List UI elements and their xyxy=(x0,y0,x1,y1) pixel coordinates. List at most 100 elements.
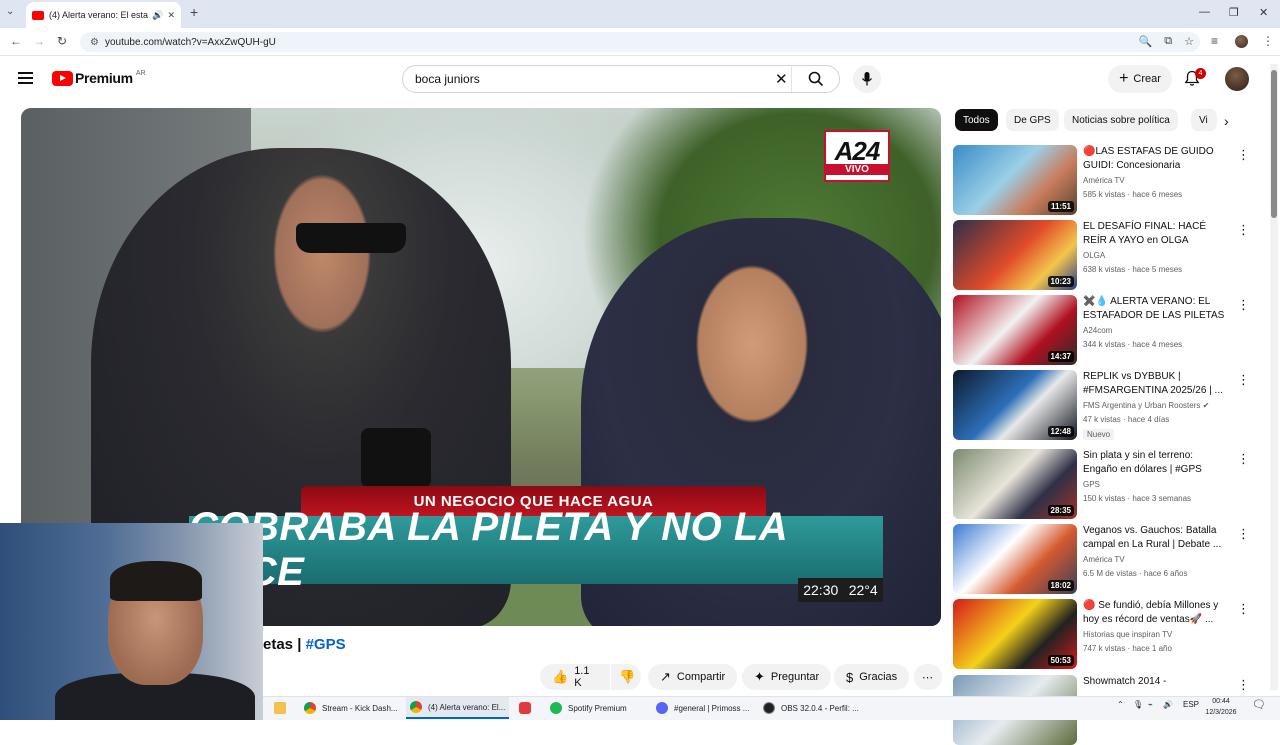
address-bar[interactable]: ⚙ youtube.com/watch?v=AxxZwQUH-gU 🔍 ⧉ ☆ xyxy=(80,32,1200,52)
video-thumbnail[interactable]: 50:53 xyxy=(953,599,1077,669)
youtube-premium-logo[interactable]: Premium AR xyxy=(52,70,146,86)
menu-icon[interactable] xyxy=(18,72,33,87)
chrome-icon xyxy=(410,701,422,713)
scrollbar-thumb[interactable] xyxy=(1271,70,1277,218)
recommendation-item[interactable]: 50:53 🔴 Se fundió, debía Millones y hoy e… xyxy=(953,599,1253,669)
tray-network-icon[interactable]: ⌁ xyxy=(1148,700,1153,709)
broadcast-clock: 22:30 22°4 xyxy=(798,578,883,602)
video-title-hashtag[interactable]: #GPS xyxy=(306,636,346,653)
folder-icon xyxy=(274,702,286,714)
ask-button[interactable]: ✦ Preguntar xyxy=(742,664,832,690)
taskbar-spotify[interactable]: Spotify Premium xyxy=(546,697,631,719)
taskbar-chrome-alerta[interactable]: (4) Alerta verano: El... xyxy=(406,697,510,719)
channel-name-text: Historias que inspiran TV xyxy=(1083,630,1173,639)
recommendation-title[interactable]: Showmatch 2014 - xyxy=(1083,675,1228,689)
browser-profile-avatar[interactable] xyxy=(1235,35,1248,48)
channel-name[interactable]: FMS Argentina y Urban Roosters ✔ xyxy=(1083,401,1209,410)
notification-center-icon[interactable]: 🗨 xyxy=(1252,698,1266,711)
video-thumbnail[interactable]: 10:23 xyxy=(953,220,1077,290)
taskbar-chrome-stream[interactable]: Stream - Kick Dash... xyxy=(300,697,402,719)
tray-chevron-icon[interactable]: ⌃ xyxy=(1117,700,1124,709)
recommendation-item[interactable]: 14:37 ✖️💧 ALERTA VERANO: EL ESTAFADOR DE … xyxy=(953,295,1253,365)
channel-name[interactable]: GPS xyxy=(1083,480,1100,489)
recommendation-title[interactable]: 🔴LAS ESTAFAS DE GUIDO GUIDI: Concesionar… xyxy=(1083,145,1228,173)
dislike-button[interactable]: 👎 xyxy=(611,664,641,690)
more-vert-icon[interactable]: ⋮ xyxy=(1237,451,1250,467)
recommendation-title[interactable]: ✖️💧 ALERTA VERANO: EL ESTAFADOR DE LAS P… xyxy=(1083,295,1228,323)
reload-icon[interactable]: ↻ xyxy=(57,34,67,48)
taskbar-obs[interactable]: OBS 32.0.4 - Perfil: ... xyxy=(759,697,863,719)
chevron-right-icon[interactable]: › xyxy=(1224,113,1229,129)
tab-search-icon[interactable]: ⌄ xyxy=(6,6,14,17)
channel-name[interactable]: OLGA xyxy=(1083,251,1105,260)
recommendation-item[interactable]: 10:23 EL DESAFÍO FINAL: HACÉ REÍR A YAYO … xyxy=(953,220,1253,290)
sparkle-icon: ✦ xyxy=(754,669,765,684)
recommendation-title[interactable]: REPLIK vs DYBBUK | #FMSARGENTINA 2025/26… xyxy=(1083,370,1228,398)
vivaldi-icon xyxy=(519,702,531,714)
channel-name-text: GPS xyxy=(1083,480,1100,489)
channel-name[interactable]: A24com xyxy=(1083,326,1112,335)
taskbar-clock[interactable]: 00:44 12/3/2026 xyxy=(1200,696,1242,718)
more-vert-icon[interactable]: ⋮ xyxy=(1237,372,1250,388)
user-avatar[interactable] xyxy=(1225,67,1249,91)
search-input[interactable] xyxy=(415,72,755,86)
recommendation-title[interactable]: EL DESAFÍO FINAL: HACÉ REÍR A YAYO en OL… xyxy=(1083,220,1228,248)
taskbar-vivaldi[interactable] xyxy=(515,697,535,719)
close-window-icon[interactable]: ✕ xyxy=(1259,6,1268,19)
recommendation-item[interactable]: 18:02 Veganos vs. Gauchos: Batalla campal… xyxy=(953,524,1253,594)
search-button[interactable] xyxy=(791,66,839,92)
create-button[interactable]: + Crear xyxy=(1108,65,1172,93)
new-tab-button[interactable]: + xyxy=(190,4,198,20)
duration-badge: 14:37 xyxy=(1047,351,1074,362)
tray-volume-icon[interactable]: 🔊 xyxy=(1163,700,1173,709)
channel-name[interactable]: Historias que inspiran TV xyxy=(1083,630,1172,639)
more-actions-button[interactable]: ⋯ xyxy=(914,664,942,690)
browser-tab-active[interactable]: (4) Alerta verano: El estafad 🔊 ✕ xyxy=(26,2,181,28)
more-vert-icon[interactable]: ⋮ xyxy=(1237,601,1250,617)
thanks-button[interactable]: $ Gracias xyxy=(834,664,910,690)
site-info-icon[interactable]: ⚙ xyxy=(90,37,99,48)
tab-close-icon[interactable]: ✕ xyxy=(167,10,175,21)
video-thumbnail[interactable]: 14:37 xyxy=(953,295,1077,365)
tray-mic-icon[interactable]: 🎙 xyxy=(1133,700,1143,709)
share-button[interactable]: ↗ Compartir xyxy=(648,664,738,690)
channel-name[interactable]: América TV xyxy=(1083,176,1125,185)
browser-menu-icon[interactable]: ⋮ xyxy=(1262,34,1274,48)
restore-window-icon[interactable]: ❐ xyxy=(1229,6,1239,19)
recommendation-title[interactable]: Veganos vs. Gauchos: Batalla campal en L… xyxy=(1083,524,1228,552)
chip-partial[interactable]: Vi xyxy=(1191,109,1217,131)
channel-name[interactable]: América TV xyxy=(1083,555,1125,564)
clear-search-icon[interactable]: ✕ xyxy=(775,70,788,88)
back-icon[interactable]: ← xyxy=(10,34,22,48)
recommendation-title[interactable]: 🔴 Se fundió, debía Millones y hoy es réc… xyxy=(1083,599,1228,627)
recommendation-title[interactable]: Sin plata y sin el terreno: Engaño en dó… xyxy=(1083,449,1228,477)
chip-noticias-politica[interactable]: Noticias sobre política xyxy=(1064,109,1178,131)
video-thumbnail[interactable]: 11:51 xyxy=(953,145,1077,215)
recommendation-item[interactable]: 12:48 REPLIK vs DYBBUK | #FMSARGENTINA 20… xyxy=(953,370,1253,440)
more-vert-icon[interactable]: ⋮ xyxy=(1237,222,1250,238)
like-button[interactable]: 👍 1.1 K xyxy=(540,664,610,690)
forward-icon[interactable]: → xyxy=(33,34,45,48)
more-vert-icon[interactable]: ⋮ xyxy=(1237,297,1250,313)
install-app-icon[interactable]: ⧉ xyxy=(1164,35,1172,48)
more-vert-icon[interactable]: ⋮ xyxy=(1237,526,1250,542)
video-thumbnail[interactable]: 12:48 xyxy=(953,370,1077,440)
recommendation-item[interactable]: 11:51 🔴LAS ESTAFAS DE GUIDO GUIDI: Conces… xyxy=(953,145,1253,215)
chip-de-gps[interactable]: De GPS xyxy=(1006,109,1059,131)
chip-todos[interactable]: Todos xyxy=(955,109,998,131)
taskbar-file-explorer[interactable] xyxy=(270,697,290,719)
video-thumbnail[interactable]: 18:02 xyxy=(953,524,1077,594)
video-thumbnail[interactable]: 28:35 xyxy=(953,449,1077,519)
taskbar-discord[interactable]: #general | Primoss ... xyxy=(652,697,753,719)
tab-audio-icon[interactable]: 🔊 xyxy=(152,10,163,21)
voice-search-button[interactable] xyxy=(853,65,881,93)
recommendation-item[interactable]: 28:35 Sin plata y sin el terreno: Engaño … xyxy=(953,449,1253,519)
bookmark-star-icon[interactable]: ☆ xyxy=(1184,35,1194,48)
more-vert-icon[interactable]: ⋮ xyxy=(1237,677,1250,693)
more-vert-icon[interactable]: ⋮ xyxy=(1237,147,1250,163)
tray-language[interactable]: ESP xyxy=(1183,700,1199,709)
zoom-icon[interactable]: 🔍 xyxy=(1139,35,1153,48)
minimize-window-icon[interactable]: — xyxy=(1199,6,1210,18)
channel-name-text: América TV xyxy=(1083,555,1125,564)
extensions-icon[interactable]: ≡ xyxy=(1211,34,1218,48)
